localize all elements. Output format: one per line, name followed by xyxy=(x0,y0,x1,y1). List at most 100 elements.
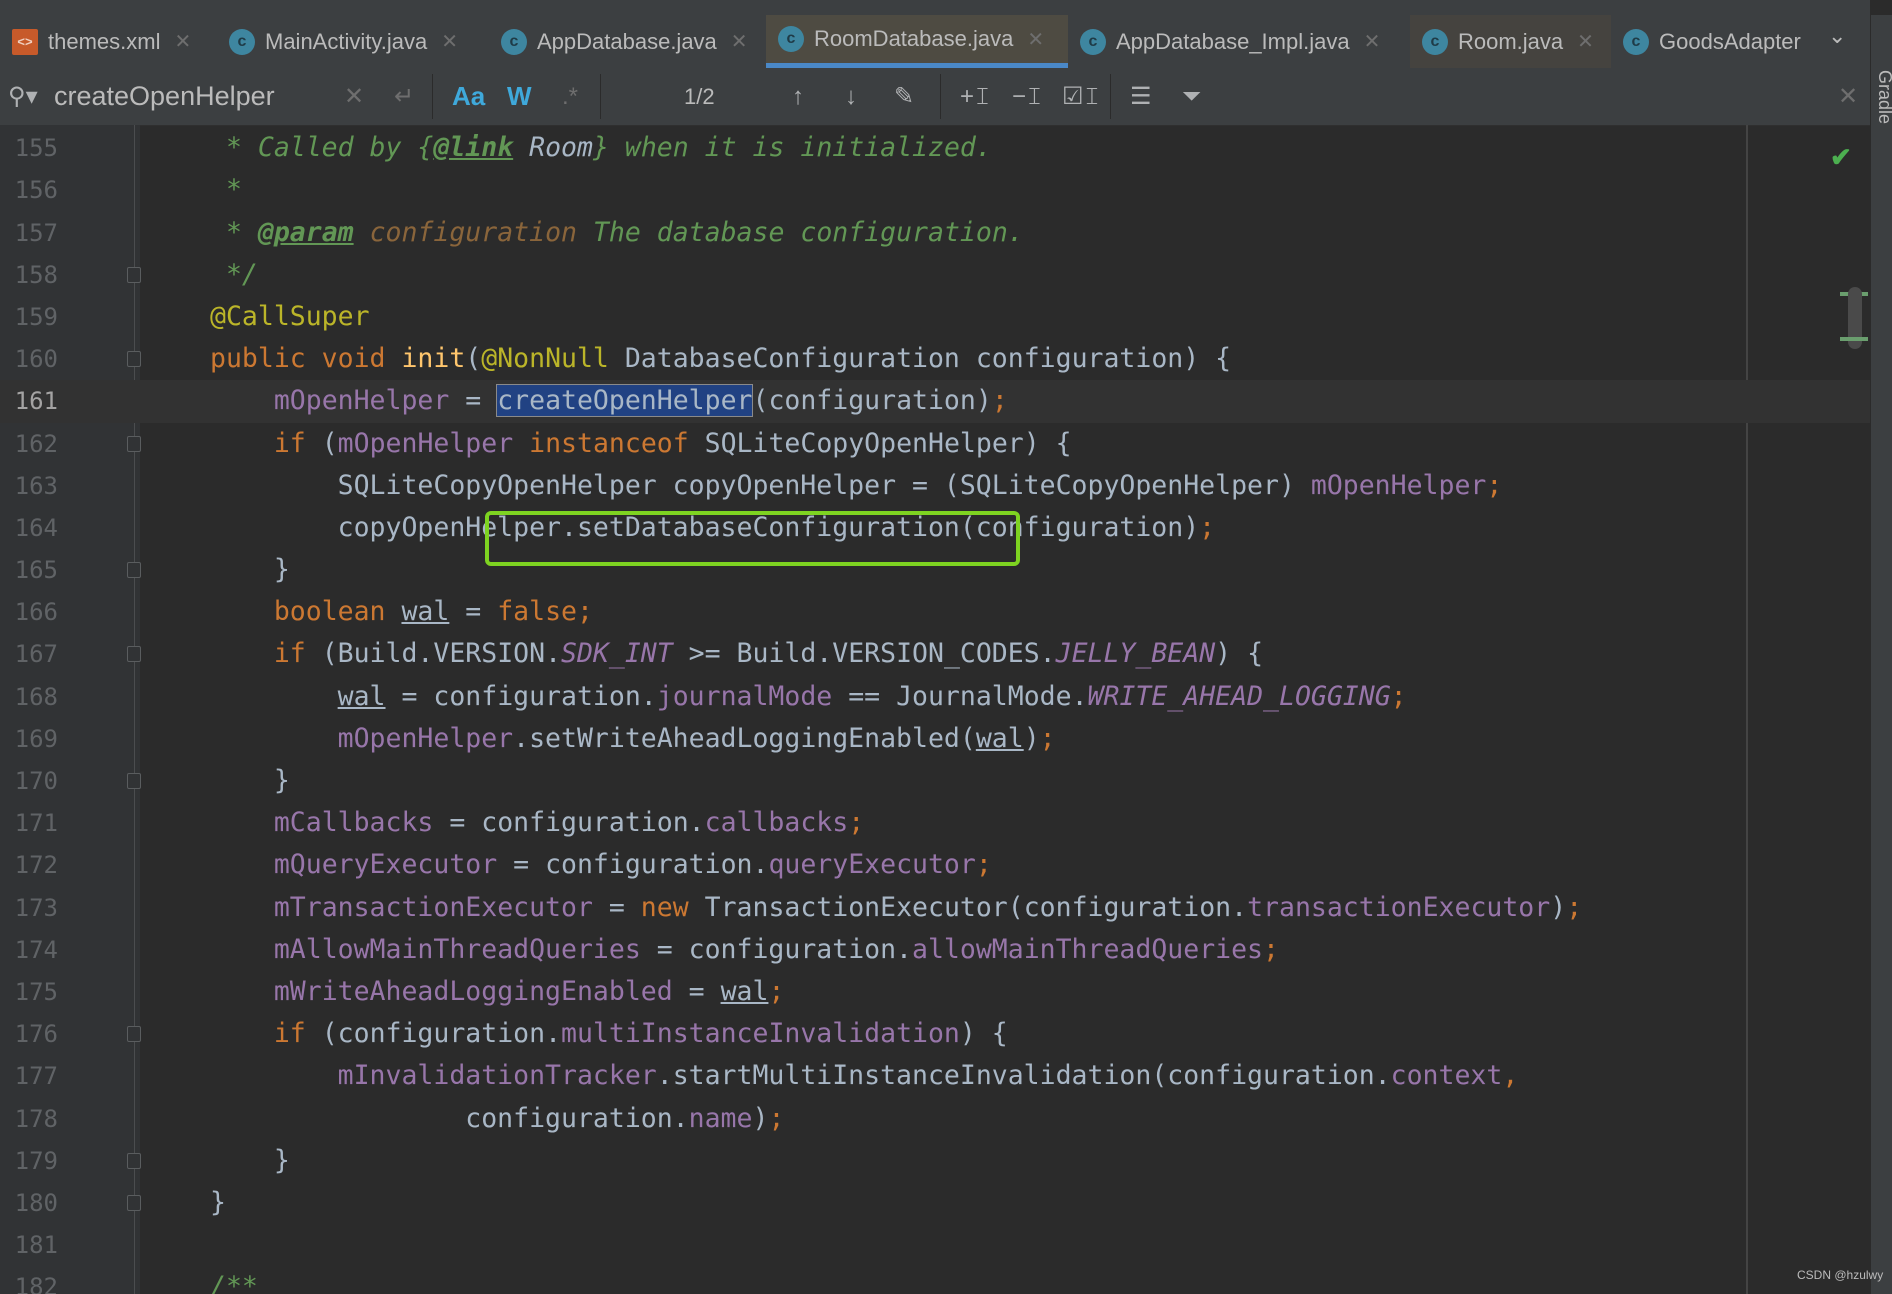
code-line[interactable]: 162 if (mOpenHelper instanceof SQLiteCop… xyxy=(0,423,1870,465)
code-line[interactable]: 180} xyxy=(0,1182,1870,1224)
code-token: mAllowMainThreadQueries xyxy=(273,933,641,965)
code-line[interactable]: 172 mQueryExecutor = configuration.query… xyxy=(0,844,1870,886)
filter-icon[interactable]: ⏷ xyxy=(1182,68,1201,125)
fold-marker-icon[interactable] xyxy=(127,435,141,452)
code-line[interactable]: 168 wal = configuration.journalMode == J… xyxy=(0,676,1870,718)
tab-room[interactable]: c Room.java ✕ xyxy=(1410,15,1611,68)
search-marker xyxy=(1840,337,1868,341)
code-text: mWriteAheadLoggingEnabled = wal; xyxy=(210,971,785,1013)
multiline-icon[interactable]: ☰ xyxy=(1130,68,1152,125)
code-token: = configuration. xyxy=(640,933,913,965)
match-case-toggle[interactable]: Aa xyxy=(452,68,485,125)
tab-label: GoodsAdapter xyxy=(1659,28,1801,54)
pin-icon[interactable]: ✎ xyxy=(894,68,914,125)
code-line[interactable]: 158 */ xyxy=(0,254,1870,296)
code-text: SQLiteCopyOpenHelper copyOpenHelper = (S… xyxy=(210,465,1503,507)
code-line[interactable]: 157 * @param configuration The database … xyxy=(0,212,1870,254)
tab-app-database-impl[interactable]: c AppDatabase_Impl.java ✕ xyxy=(1068,15,1410,68)
code-token: mQueryExecutor xyxy=(273,849,498,881)
select-all-occurrences-icon[interactable]: ☑𝙸 xyxy=(1062,68,1100,125)
code-token: journalMode xyxy=(656,680,833,712)
tab-room-database[interactable]: c RoomDatabase.java ✕ xyxy=(766,15,1068,68)
close-tab-icon[interactable]: ✕ xyxy=(1364,29,1381,54)
code-token: new xyxy=(640,891,705,923)
code-text: /** xyxy=(210,1266,258,1294)
code-line[interactable]: 164 copyOpenHelper.setDatabaseConfigurat… xyxy=(0,507,1870,549)
tab-main-activity[interactable]: c MainActivity.java ✕ xyxy=(217,15,489,68)
code-line[interactable]: 163 SQLiteCopyOpenHelper copyOpenHelper … xyxy=(0,465,1870,507)
code-token: wal xyxy=(401,596,450,628)
tabs-overflow-chevron-icon[interactable]: ⌄ xyxy=(1828,23,1846,49)
code-line[interactable]: 160 public void init(@NonNull DatabaseCon… xyxy=(0,338,1870,380)
add-selection-icon[interactable]: +𝙸 xyxy=(960,68,991,125)
next-occurrence-icon[interactable]: ↓ xyxy=(845,68,857,125)
regex-toggle[interactable]: .* xyxy=(562,68,578,125)
code-line[interactable]: 177 mInvalidationTracker.startMultiInsta… xyxy=(0,1055,1870,1097)
code-token: ; xyxy=(848,807,865,839)
code-line[interactable]: 166 boolean wal = false; xyxy=(0,591,1870,633)
close-tab-icon[interactable]: ✕ xyxy=(1027,27,1044,52)
code-token: SDK_INT xyxy=(561,638,673,670)
code-line[interactable]: 156 * xyxy=(0,169,1870,211)
code-line[interactable]: 178 configuration.name); xyxy=(0,1098,1870,1140)
code-line[interactable]: 169 mOpenHelper.setWriteAheadLoggingEnab… xyxy=(0,718,1870,760)
tab-goods-adapter[interactable]: c GoodsAdapter xyxy=(1611,15,1821,68)
code-token: ; xyxy=(991,385,1008,417)
fold-marker-icon[interactable] xyxy=(127,646,141,663)
fold-marker-icon[interactable] xyxy=(127,1152,141,1169)
code-line[interactable]: 174 mAllowMainThreadQueries = configurat… xyxy=(0,929,1870,971)
tab-app-database[interactable]: c AppDatabase.java ✕ xyxy=(489,15,766,68)
close-tab-icon[interactable]: ✕ xyxy=(174,29,191,54)
code-line[interactable]: 175 mWriteAheadLoggingEnabled = wal; xyxy=(0,971,1870,1013)
words-toggle[interactable]: W xyxy=(507,68,532,125)
code-token: Room xyxy=(529,132,593,164)
tab-themes-xml[interactable]: <> themes.xml ✕ xyxy=(0,15,217,68)
code-text: * @param configuration The database conf… xyxy=(210,212,1024,254)
code-token: .setWriteAheadLoggingEnabled( xyxy=(513,722,976,754)
line-number: 177 xyxy=(14,1062,58,1091)
search-history-icon[interactable]: ⚲▾ xyxy=(8,68,38,125)
code-token: instanceof xyxy=(529,427,689,459)
previous-occurrence-icon[interactable]: ↑ xyxy=(792,68,804,125)
fold-marker-icon[interactable] xyxy=(127,266,141,283)
remove-selection-icon[interactable]: −𝙸 xyxy=(1012,68,1043,125)
gradle-panel-button[interactable]: Gradle xyxy=(1874,70,1892,124)
code-line[interactable]: 161 mOpenHelper = createOpenHelper(confi… xyxy=(0,380,1870,423)
close-tab-icon[interactable]: ✕ xyxy=(1577,29,1594,54)
code-line[interactable]: 181 xyxy=(0,1224,1870,1266)
code-line[interactable]: 171 mCallbacks = configuration.callbacks… xyxy=(0,802,1870,844)
code-line[interactable]: 176 if (configuration.multiInstanceInval… xyxy=(0,1013,1870,1055)
code-line[interactable]: 179 } xyxy=(0,1140,1870,1182)
fold-marker-icon[interactable] xyxy=(127,1026,141,1043)
code-line[interactable]: 159 @CallSuper xyxy=(0,296,1870,338)
code-token: copyOpenHelper.setDatabaseConfiguration(… xyxy=(210,511,1200,543)
close-find-icon[interactable]: ✕ xyxy=(1838,68,1858,125)
code-token: } xyxy=(210,1186,226,1218)
search-input[interactable]: createOpenHelper xyxy=(54,68,275,125)
code-token: ; xyxy=(768,1102,785,1134)
code-editor[interactable]: 154/**155 * Called by {@link Room} when … xyxy=(0,125,1870,1294)
code-token: multiInstanceInvalidation xyxy=(561,1018,960,1050)
fold-marker-icon[interactable] xyxy=(127,351,141,368)
fold-marker-icon[interactable] xyxy=(127,1194,141,1211)
code-line[interactable]: 165 } xyxy=(0,549,1870,591)
code-line[interactable]: 167 if (Build.VERSION.SDK_INT >= Build.V… xyxy=(0,633,1870,675)
line-number: 182 xyxy=(14,1273,58,1294)
close-tab-icon[interactable]: ✕ xyxy=(731,29,748,54)
code-line[interactable]: 173 mTransactionExecutor = new Transacti… xyxy=(0,887,1870,929)
clear-search-icon[interactable]: ✕ xyxy=(344,68,364,125)
fold-marker-icon[interactable] xyxy=(127,562,141,579)
code-token: = xyxy=(449,596,498,628)
code-line[interactable]: 170 } xyxy=(0,760,1870,802)
new-line-icon[interactable]: ↵ xyxy=(394,68,414,125)
code-line[interactable]: 182 /** xyxy=(0,1266,1870,1294)
code-line[interactable]: 155 * Called by {@link Room} when it is … xyxy=(0,127,1870,169)
close-tab-icon[interactable]: ✕ xyxy=(441,29,458,54)
line-number: 181 xyxy=(14,1231,58,1260)
code-token: ; xyxy=(1486,469,1503,501)
fold-marker-icon[interactable] xyxy=(127,773,141,789)
code-token: @param xyxy=(257,216,354,248)
